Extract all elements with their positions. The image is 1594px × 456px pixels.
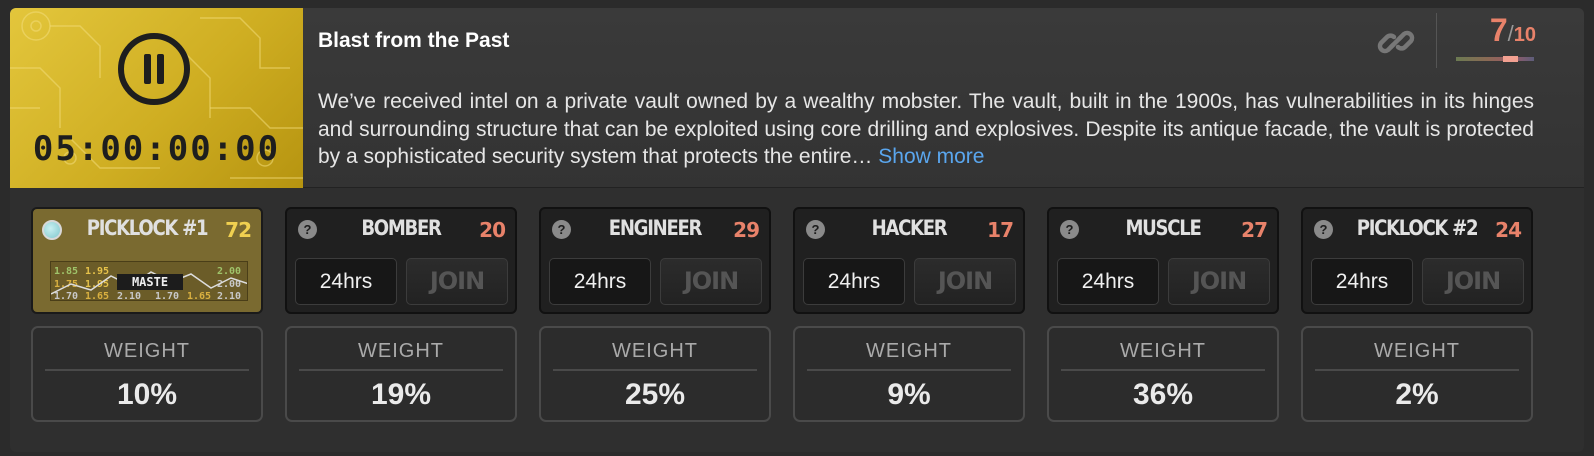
weight-value: 36%: [1132, 378, 1194, 411]
mastery-value: 2.00: [217, 266, 241, 277]
show-more-link[interactable]: Show more: [878, 145, 984, 168]
score-bar-marker: [1503, 56, 1518, 62]
mastery-value: 2.10: [217, 291, 241, 301]
weight-value: 25%: [624, 378, 686, 411]
role-slot-picklock-1[interactable]: PICKLOCK #1 72 1.85 1.95 2.00 1.75 1.95 …: [31, 207, 263, 314]
duration-label: 24hrs: [295, 258, 397, 305]
join-button[interactable]: JOIN: [406, 258, 508, 305]
mastery-chart: 1.85 1.95 2.00 1.75 1.95 2.00 1.70 1.65 …: [50, 261, 248, 301]
weight-value: 9%: [887, 378, 931, 411]
weight-box: WEIGHT 36%: [1047, 326, 1279, 422]
duration-label: 24hrs: [549, 258, 651, 305]
header-divider: [1436, 13, 1437, 68]
crime-score: 7/10: [1456, 12, 1536, 62]
link-icon[interactable]: [1376, 22, 1416, 62]
weight-divider: [807, 369, 1011, 371]
role-slot-engineer: ? ENGINEER 29 24hrs JOIN: [539, 207, 771, 314]
weight-label: WEIGHT: [104, 340, 190, 362]
role-level: 20: [479, 218, 506, 242]
duration-label: 24hrs: [803, 258, 905, 305]
role-level: 72: [225, 218, 252, 242]
score-max: 10: [1513, 24, 1536, 46]
mastery-value: 1.65: [187, 291, 211, 301]
weight-divider: [1061, 369, 1265, 371]
duration-label: 24hrs: [1311, 258, 1413, 305]
weight-divider: [553, 369, 757, 371]
join-button[interactable]: JOIN: [1422, 258, 1524, 305]
join-button[interactable]: JOIN: [914, 258, 1016, 305]
weight-box: WEIGHT 10%: [31, 326, 263, 422]
mastery-value: 1.85: [54, 266, 78, 277]
crime-thumbnail: 05:00:00:00: [10, 8, 303, 188]
weight-label: WEIGHT: [866, 340, 952, 362]
weight-box: WEIGHT 2%: [1301, 326, 1533, 422]
role-slot-muscle: ? MUSCLE 27 24hrs JOIN: [1047, 207, 1279, 314]
role-slot-bomber: ? BOMBER 20 24hrs JOIN: [285, 207, 517, 314]
role-slot-hacker: ? HACKER 17 24hrs JOIN: [793, 207, 1025, 314]
role-name: ENGINEER: [608, 216, 703, 240]
role-level: 24: [1495, 218, 1522, 242]
weight-label: WEIGHT: [1120, 340, 1206, 362]
role-name: PICKLOCK #1: [86, 216, 209, 240]
weight-label: WEIGHT: [358, 340, 444, 362]
crime-panel: 05:00:00:00 Blast from the Past 7/10 We’…: [10, 8, 1584, 452]
weight-divider: [299, 369, 503, 371]
role-name: BOMBER: [361, 216, 442, 240]
mastery-value: 2.10: [117, 291, 141, 301]
weight-divider: [45, 369, 249, 371]
crime-timer: 05:00:00:00: [32, 129, 281, 169]
role-name: HACKER: [871, 216, 948, 240]
join-button[interactable]: JOIN: [660, 258, 762, 305]
mastery-label: MASTE: [117, 274, 183, 290]
weight-value: 10%: [116, 378, 178, 411]
role-name: MUSCLE: [1125, 216, 1201, 240]
crime-header: 05:00:00:00 Blast from the Past 7/10 We’…: [10, 8, 1584, 188]
role-level: 17: [987, 218, 1014, 242]
join-button[interactable]: JOIN: [1168, 258, 1270, 305]
weight-label: WEIGHT: [1374, 340, 1460, 362]
score-current: 7: [1489, 12, 1508, 48]
role-slot-picklock-2: ? PICKLOCK #2 24 24hrs JOIN: [1301, 207, 1533, 314]
pause-icon[interactable]: [118, 33, 190, 105]
crime-description: We’ve received intel on a private vault …: [318, 88, 1534, 171]
weight-label: WEIGHT: [612, 340, 698, 362]
mastery-value: 1.70: [155, 291, 179, 301]
weight-value: 2%: [1395, 378, 1439, 411]
weight-box: WEIGHT 9%: [793, 326, 1025, 422]
role-name: PICKLOCK #2: [1356, 216, 1479, 240]
role-level: 27: [1241, 218, 1268, 242]
weight-box: WEIGHT 25%: [539, 326, 771, 422]
weight-divider: [1315, 369, 1519, 371]
score-bar: [1456, 56, 1534, 62]
duration-label: 24hrs: [1057, 258, 1159, 305]
weight-value: 19%: [370, 378, 432, 411]
crime-title: Blast from the Past: [318, 29, 510, 52]
mastery-value: 1.70: [54, 291, 78, 301]
role-level: 29: [733, 218, 760, 242]
mastery-value: 1.95: [85, 266, 109, 277]
weight-box: WEIGHT 19%: [285, 326, 517, 422]
mastery-value: 1.65: [85, 291, 109, 301]
